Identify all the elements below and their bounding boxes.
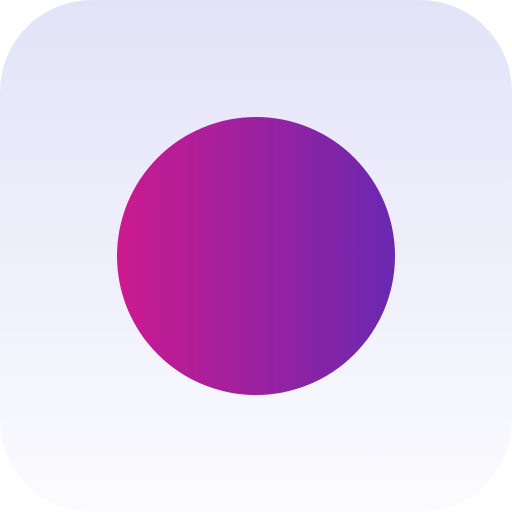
- screen: [0, 0, 512, 512]
- app-icon[interactable]: [0, 0, 512, 512]
- record-icon: [117, 117, 395, 395]
